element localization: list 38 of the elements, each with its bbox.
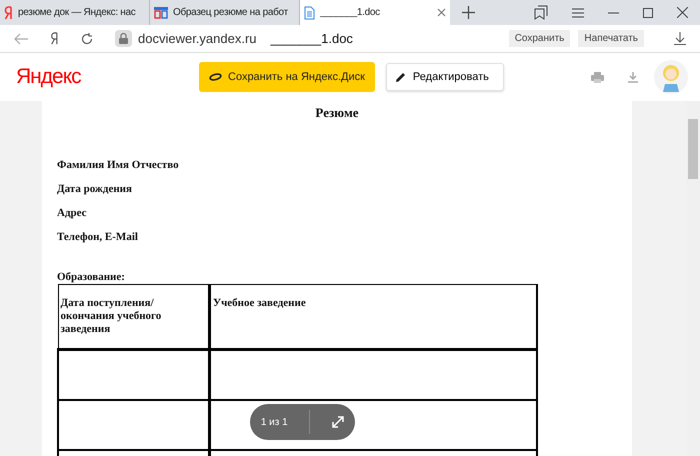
save-to-disk-button[interactable]: Сохранить на Яндекс.Диск — [199, 62, 375, 92]
url-host[interactable]: docviewer.yandex.ru — [138, 31, 257, 46]
yandex-logo[interactable]: Яндекс — [16, 65, 199, 89]
disk-icon — [209, 73, 222, 81]
tab-title: Образец резюме на работ — [173, 7, 289, 18]
document-title: Резюме — [314, 105, 360, 121]
resume-field-label: Адрес — [57, 207, 88, 219]
minimize-icon[interactable] — [608, 12, 619, 14]
browser-tab[interactable]: резюме док — Яндекс: нас — [0, 0, 150, 25]
address-bar-button[interactable]: Напечатать — [578, 30, 644, 47]
section-heading: Образование: — [57, 271, 126, 283]
download-icon[interactable] — [674, 32, 686, 45]
browser-tab[interactable]: _______1.doc — [300, 0, 450, 25]
bookmarks-icon[interactable] — [534, 5, 548, 20]
table-header-cell: Дата поступления/ окончания учебного заведения — [58, 284, 210, 350]
pencil-icon — [394, 72, 406, 82]
address-bar-button[interactable]: Сохранить — [508, 30, 570, 47]
close-icon[interactable] — [437, 8, 446, 17]
menu-icon[interactable] — [572, 8, 584, 18]
tab-title: _______1.doc — [320, 7, 381, 18]
maximize-icon[interactable] — [643, 8, 653, 18]
resume-field-label: Фамилия Имя Отчество — [57, 159, 180, 171]
edit-button[interactable]: Редактировать — [386, 63, 504, 91]
site-icon — [154, 6, 168, 18]
resume-field-label: Телефон, E-Mail — [57, 231, 139, 243]
close-icon[interactable] — [677, 7, 688, 18]
table-header-cell: Учебное заведение — [210, 284, 537, 350]
document-icon — [304, 6, 315, 20]
lock-icon[interactable] — [115, 30, 132, 47]
tab-title: резюме док — Яндекс: нас — [18, 7, 136, 18]
url-path[interactable]: _______1.doc — [270, 31, 353, 46]
yandex-letter-icon[interactable] — [50, 32, 59, 45]
yandex-letter-icon — [4, 6, 13, 20]
fullscreen-icon[interactable] — [332, 416, 344, 428]
reload-icon[interactable] — [81, 32, 93, 44]
new-tab-icon[interactable] — [462, 6, 475, 19]
resume-field-label: Дата рождения — [57, 183, 133, 195]
page-counter: 1 из 1 — [260, 416, 288, 428]
